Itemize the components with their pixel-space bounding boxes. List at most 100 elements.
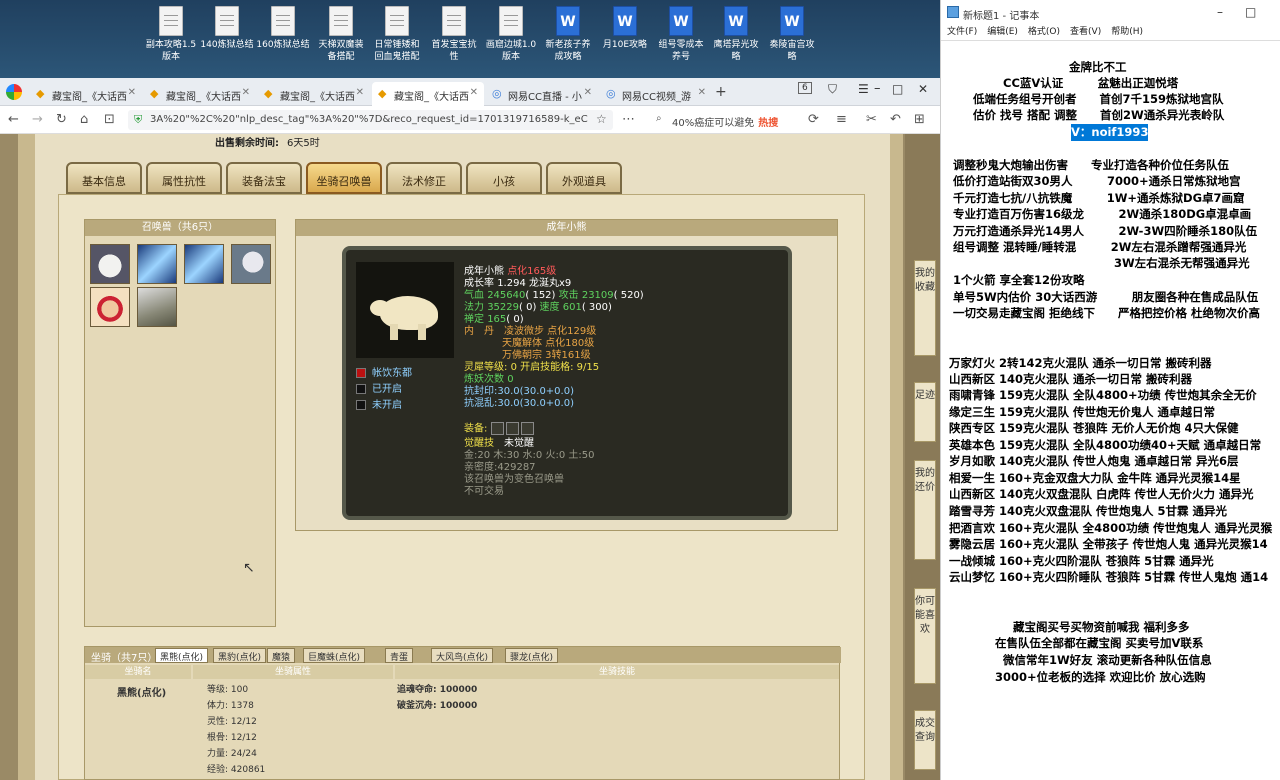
browser-tab-0[interactable]: ◆ 藏宝阁_《大话西 ✕ [30, 82, 142, 106]
side-tab-2[interactable]: 我的还价 [914, 460, 936, 560]
notepad-title: 新标题1 - 记事本 [963, 11, 1040, 22]
desktop-icon-label: 鹰塔异光攻 [713, 40, 759, 50]
game-tab-5[interactable]: 小孩 [466, 162, 542, 194]
word-file-icon: W [613, 6, 637, 36]
side-tab-3[interactable]: 你可能喜欢 [914, 588, 936, 684]
more-icon[interactable]: ⋯ [622, 112, 635, 127]
close-icon[interactable]: ✕ [918, 82, 928, 96]
browser-logo-icon[interactable] [6, 84, 22, 100]
mount-tab-3[interactable]: 巨魔蛛(点化) [303, 648, 366, 663]
game-tab-0[interactable]: 基本信息 [66, 162, 142, 194]
tab-close-icon[interactable]: ✕ [470, 87, 478, 98]
browser-tab-3[interactable]: ◆ 藏宝阁_《大话西 ✕ [372, 82, 484, 106]
mount-tab-2[interactable]: 魔猿 [267, 648, 296, 663]
game-tab-4[interactable]: 法术修正 [386, 162, 462, 194]
star-icon[interactable]: ☆ [596, 112, 607, 126]
notepad-line: 藏宝阁买号买物资前喊我 福利多多 [1013, 620, 1190, 634]
notepad-text-area[interactable]: 金牌比不工 CC蓝V认证 盆魅出正迦悦塔 低端任务组号开创者 首创7千159炼狱地宫… [941, 40, 1280, 780]
dan-value: 龙涎丸x9 [529, 278, 572, 289]
spd-add: ( 300) [581, 302, 612, 313]
equip-slot-2[interactable] [505, 422, 519, 435]
notepad-menu-3[interactable]: 查看(V) [1070, 27, 1101, 37]
desktop-icon-0[interactable]: 副本攻略1.5 版本 [142, 4, 200, 63]
tab-close-icon[interactable]: ✕ [698, 87, 706, 98]
browser-tab-1[interactable]: ◆ 藏宝阁_《大话西 ✕ [144, 82, 256, 106]
desktop-icon-8[interactable]: W 月10E攻略 [596, 4, 654, 51]
desktop-icon-5[interactable]: 首发宝宝抗性 [425, 4, 483, 63]
tab-close-icon[interactable]: ✕ [242, 87, 250, 98]
refresh-icon[interactable]: ⟳ [808, 112, 819, 127]
reload-icon[interactable]: ↻ [56, 112, 67, 127]
skill-1-label: 帐饮东都 [372, 368, 412, 379]
desktop-icon-9[interactable]: W 组号零成本 养号 [652, 4, 710, 63]
mount-skill-key: 破釜沉舟: [397, 701, 437, 711]
equip-slot-3[interactable] [520, 422, 534, 435]
notepad-menu-1[interactable]: 编辑(E) [987, 27, 1018, 37]
notepad-menu-0[interactable]: 文件(F) [947, 27, 977, 37]
yao-line: 炼妖次数 0 [464, 374, 514, 385]
mount-tab-0[interactable]: 黑熊(点化) [155, 648, 209, 663]
pet-thumb-ice-1[interactable] [137, 244, 177, 284]
desktop-icon-2[interactable]: 160炼狱总结 [254, 4, 312, 51]
notepad-line: 专业打造百万伤害16级龙 2W通杀180DG卓混卓画 [953, 207, 1252, 221]
browser-tab-4[interactable]: ◎ 网易CC直播 - 小 ✕ [486, 82, 598, 106]
url-input[interactable]: ⛨ 3A%20"%2C%20"nlp_desc_tag"%3A%20"%7D&r… [128, 110, 613, 130]
side-tab-1[interactable]: 足迹 [914, 382, 936, 442]
notepad-menu-4[interactable]: 帮助(H) [1111, 27, 1143, 37]
skill-icon-2[interactable] [356, 384, 366, 394]
undo-icon[interactable]: ↶ [890, 112, 901, 127]
equip-label: 装备: [464, 423, 488, 435]
game-tab-2[interactable]: 装备法宝 [226, 162, 302, 194]
search-input[interactable]: ⌕ 40%癌症可以避免 热搜 [650, 110, 800, 130]
new-tab-button[interactable]: + [715, 84, 727, 100]
game-tab-6[interactable]: 外观道具 [546, 162, 622, 194]
bookmark-icon[interactable]: ⊡ [104, 112, 115, 127]
desktop-icon-1[interactable]: 140炼狱总结 [198, 4, 256, 51]
equip-slot-1[interactable] [490, 422, 504, 435]
tab-close-icon[interactable]: ✕ [128, 87, 136, 98]
browser-tab-5[interactable]: ◎ 网易CC视频_游 ✕ [600, 82, 712, 106]
pet-thumb-beast[interactable] [137, 287, 177, 327]
pet-thumb-ice-2[interactable] [184, 244, 224, 284]
tab-close-icon[interactable]: ✕ [584, 87, 592, 98]
desktop-icon-4[interactable]: 日常锤矮和 回血鬼搭配 [368, 4, 426, 63]
menu-icon[interactable]: ☰ [858, 82, 869, 96]
notepad-menu-2[interactable]: 格式(O) [1028, 27, 1060, 37]
mount-tab-5[interactable]: 大风鸟(点化) [431, 648, 494, 663]
game-tab-1[interactable]: 属性抗性 [146, 162, 222, 194]
minimize-icon[interactable]: – [1217, 5, 1223, 19]
spd-value: 601 [562, 302, 582, 313]
restore-icon[interactable]: □ [892, 82, 903, 96]
pet-thumb-white-hair[interactable] [231, 244, 271, 284]
mount-tab-1[interactable]: 黑豹(点化) [213, 648, 267, 663]
apps-icon[interactable]: ⊞ [914, 112, 925, 127]
desktop-icon-label: 略 [787, 52, 797, 62]
desktop-icon-10[interactable]: W 鹰塔异光攻略 [707, 4, 765, 63]
back-icon[interactable]: ← [8, 112, 19, 127]
sell-time: 出售剩余时间: 6天5时 [215, 134, 320, 149]
menu-icon[interactable]: ≡ [836, 112, 847, 127]
side-tab-4[interactable]: 成交查询 [914, 710, 936, 770]
pet-thumb-bear[interactable] [90, 244, 130, 284]
browser-tab-2[interactable]: ◆ 藏宝阁_《大话西 ✕ [258, 82, 370, 106]
game-tab-3[interactable]: 坐骑召唤兽 [306, 162, 382, 194]
home-icon[interactable]: ⌂ [80, 112, 88, 127]
skill-icon-1[interactable] [356, 368, 366, 378]
maximize-icon[interactable]: □ [1245, 5, 1256, 19]
desktop-icon-11[interactable]: W 奏陵宙宫攻略 [763, 4, 821, 63]
tab-count-badge[interactable]: 6 [798, 82, 812, 94]
mount-skill-row: 追魂夺命: 100000 [397, 683, 477, 697]
forward-icon[interactable]: → [32, 112, 43, 127]
scissors-icon[interactable]: ✂ [866, 112, 877, 127]
side-tab-0[interactable]: 我的收藏 [914, 260, 936, 356]
desktop-icon-6[interactable]: 画窟边城1.0 版本 [482, 4, 540, 63]
desktop-icon-3[interactable]: 天梯双魔装 备搭配 [312, 4, 370, 63]
mount-tab-6[interactable]: 骤龙(点化) [505, 648, 559, 663]
skill-icon-3[interactable] [356, 400, 366, 410]
desktop-icon-7[interactable]: W 新老孩子养 成攻略 [539, 4, 597, 63]
minimize-icon[interactable]: – [874, 81, 881, 96]
shirt-icon[interactable]: ⛉ [828, 82, 837, 97]
pet-thumb-monkey[interactable] [90, 287, 130, 327]
mount-tab-4[interactable]: 青蛋 [385, 648, 414, 663]
tab-close-icon[interactable]: ✕ [356, 87, 364, 98]
